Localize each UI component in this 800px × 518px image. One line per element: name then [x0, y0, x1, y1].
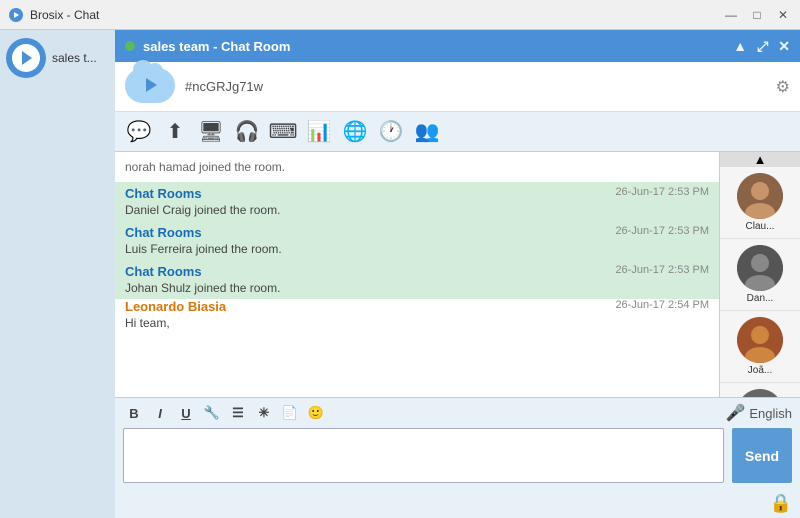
- chat-room-title: sales team - Chat Room: [143, 39, 733, 54]
- add-emoticon-icon[interactable]: 💬: [125, 118, 153, 146]
- user-hash-name: #ncGRJg71w: [185, 79, 263, 94]
- clock-icon[interactable]: 🕐: [377, 118, 405, 146]
- window-title: Brosix - Chat: [30, 8, 722, 22]
- message-block: 26-Jun-17 2:53 PM Chat Rooms Daniel Crai…: [115, 182, 719, 221]
- window-controls: — □ ✕: [722, 6, 792, 24]
- lock-icon: 🔒: [770, 493, 792, 514]
- popout-icon[interactable]: ⤢: [757, 38, 768, 55]
- message-block: 26-Jun-17 2:53 PM Chat Rooms Luis Ferrei…: [115, 221, 719, 260]
- play-icon: [22, 51, 32, 65]
- member-avatar: [737, 317, 783, 363]
- cloud-avatar: [125, 68, 175, 106]
- member-item[interactable]: Dan...: [720, 239, 800, 311]
- toolbar: 💬 ⬆ 🖥 🎧 ⌨ 📊 🌐 🕐 👥: [115, 112, 800, 152]
- message-block: 26-Jun-17 2:53 PM Chat Rooms Johan Shulz…: [115, 260, 719, 299]
- system-message: norah hamad joined the room.: [125, 160, 709, 174]
- member-avatar: [737, 245, 783, 291]
- sidebar-username: sales t...: [52, 51, 97, 65]
- maximize-button[interactable]: □: [748, 6, 766, 24]
- upload-icon[interactable]: ⬆: [161, 118, 189, 146]
- emoticon-icon[interactable]: 🙂: [305, 402, 327, 424]
- right-panel: sales team - Chat Room ▲ ⤢ ✕ #ncGRJg71w …: [115, 30, 800, 518]
- title-bar: Brosix - Chat — □ ✕: [0, 0, 800, 30]
- content-area: norah hamad joined the room. 26-Jun-17 2…: [115, 152, 800, 397]
- member-item[interactable]: Joh...: [720, 383, 800, 397]
- member-avatar: [737, 389, 783, 397]
- message-text: Hi team,: [125, 316, 709, 330]
- presentation-icon[interactable]: 📊: [305, 118, 333, 146]
- list-icon[interactable]: ☰: [227, 402, 249, 424]
- sidebar: sales t...: [0, 30, 115, 518]
- mic-icon: 🎤: [725, 403, 745, 423]
- member-name: Dan...: [747, 293, 774, 304]
- italic-button[interactable]: I: [149, 402, 171, 424]
- tool-icon[interactable]: 🔧: [201, 402, 223, 424]
- input-area: B I U 🔧 ☰ ✳ 📄 🙂 🎤 English Send 🔒: [115, 397, 800, 518]
- main-container: sales t... sales team - Chat Room ▲ ⤢ ✕ …: [0, 30, 800, 518]
- group-icon[interactable]: 👥: [413, 118, 441, 146]
- member-item[interactable]: Clau...: [720, 167, 800, 239]
- message-text: Johan Shulz joined the room.: [125, 281, 709, 295]
- collapse-icon[interactable]: ▲: [733, 38, 747, 54]
- message-text: Luis Ferreira joined the room.: [125, 242, 709, 256]
- sidebar-user-item[interactable]: sales t...: [6, 38, 109, 78]
- members-panel: ▲ Clau...: [720, 152, 800, 397]
- message-time: 26-Jun-17 2:53 PM: [615, 225, 709, 237]
- chat-header: sales team - Chat Room ▲ ⤢ ✕: [115, 30, 800, 62]
- app-icon: [8, 7, 24, 23]
- member-item[interactable]: Joã...: [720, 311, 800, 383]
- globe-icon[interactable]: 🌐: [341, 118, 369, 146]
- formatting-bar: B I U 🔧 ☰ ✳ 📄 🙂 🎤 English: [115, 398, 800, 428]
- member-name: Joã...: [748, 365, 772, 376]
- screen-share-icon[interactable]: 🖥: [197, 118, 225, 146]
- message-time: 26-Jun-17 2:54 PM: [615, 299, 709, 311]
- input-row: Send: [115, 428, 800, 491]
- keyboard-icon[interactable]: ⌨: [269, 118, 297, 146]
- cloud-shape: [125, 68, 175, 103]
- members-scroll-up[interactable]: ▲: [720, 152, 800, 167]
- avatar: [6, 38, 46, 78]
- member-avatar: [737, 173, 783, 219]
- headset-icon[interactable]: 🎧: [233, 118, 261, 146]
- sparkle-icon[interactable]: ✳: [253, 402, 275, 424]
- message-block: 26-Jun-17 2:54 PM Leonardo Biasia Hi tea…: [125, 299, 709, 330]
- status-dot: [125, 41, 135, 51]
- minimize-button[interactable]: —: [722, 6, 740, 24]
- bold-button[interactable]: B: [123, 402, 145, 424]
- underline-button[interactable]: U: [175, 402, 197, 424]
- document-icon[interactable]: 📄: [279, 402, 301, 424]
- message-text: Daniel Craig joined the room.: [125, 203, 709, 217]
- user-info-bar: #ncGRJg71w ⚙: [115, 62, 800, 112]
- message-time: 26-Jun-17 2:53 PM: [615, 186, 709, 198]
- message-input[interactable]: [123, 428, 724, 483]
- cloud-play-icon: [146, 78, 157, 92]
- close-button[interactable]: ✕: [774, 6, 792, 24]
- close-chat-icon[interactable]: ✕: [778, 38, 790, 55]
- message-time: 26-Jun-17 2:53 PM: [615, 264, 709, 276]
- chat-header-icons: ▲ ⤢ ✕: [733, 38, 790, 55]
- settings-icon[interactable]: ⚙: [776, 77, 790, 97]
- language-label: English: [749, 406, 792, 421]
- messages-panel[interactable]: norah hamad joined the room. 26-Jun-17 2…: [115, 152, 720, 397]
- avatar-inner: [12, 44, 40, 72]
- send-button[interactable]: Send: [732, 428, 792, 483]
- member-name: Clau...: [746, 221, 775, 232]
